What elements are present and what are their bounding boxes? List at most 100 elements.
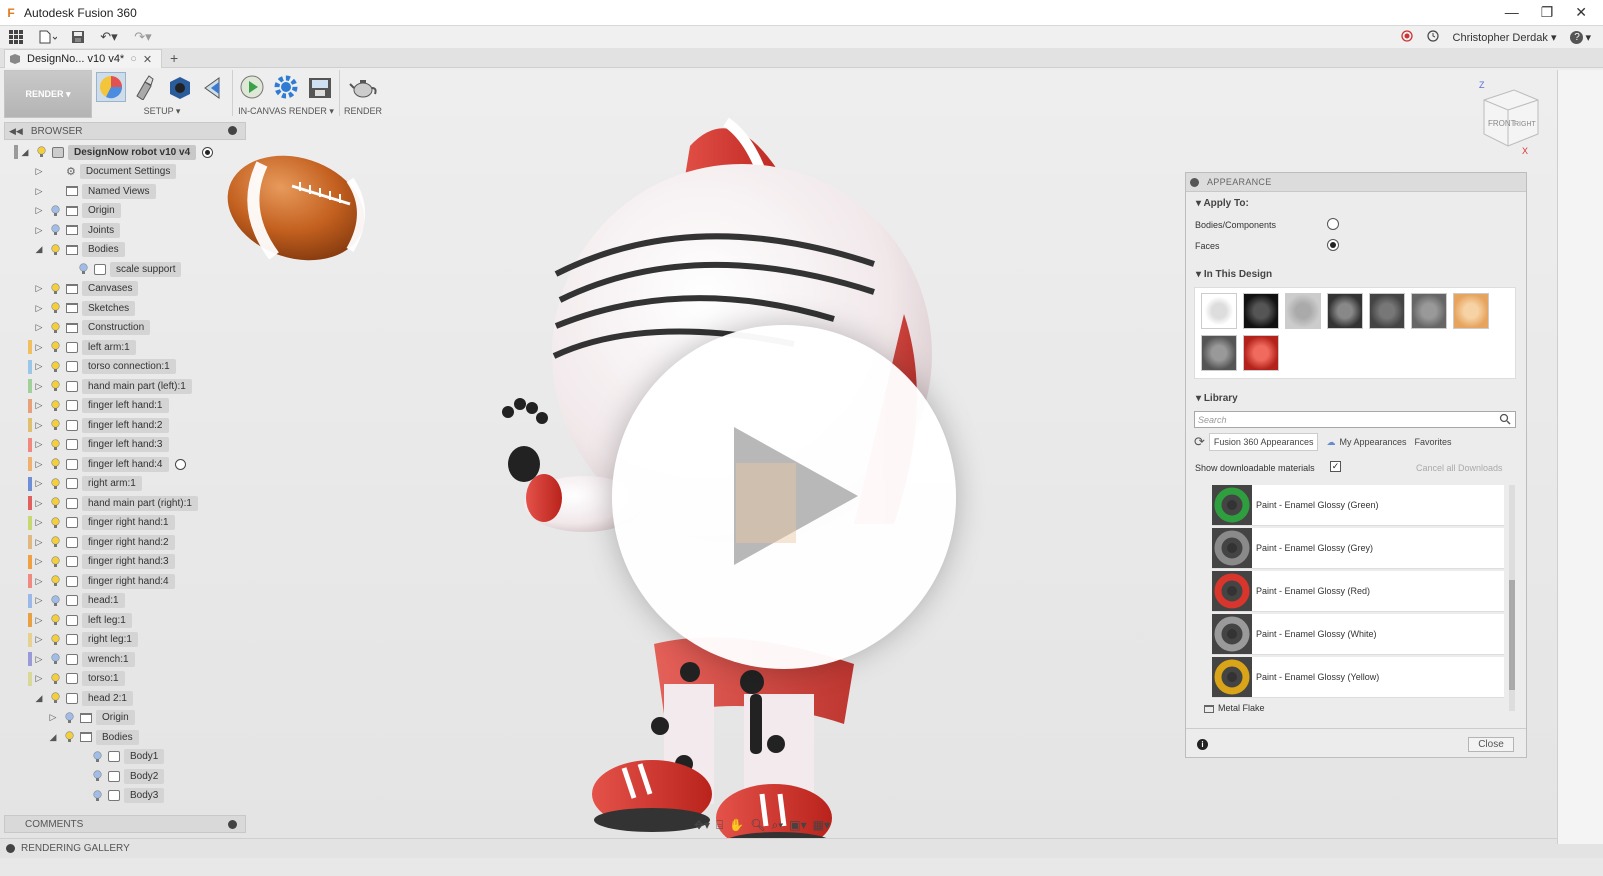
look-at-icon[interactable]: ⌸ (716, 818, 723, 833)
in-canvas-render-label[interactable]: IN-CANVAS RENDER ▾ (238, 106, 334, 117)
visibility-lightbulb-icon[interactable] (50, 516, 60, 530)
visibility-lightbulb-icon[interactable] (50, 672, 60, 686)
browser-item[interactable]: Body2 (76, 767, 165, 785)
appearance-header[interactable]: APPEARANCE (1186, 173, 1526, 192)
rendering-gallery-label[interactable]: RENDERING GALLERY (21, 843, 130, 854)
browser-item[interactable]: ▷ finger right hand:1 (28, 514, 175, 532)
render-settings-icon[interactable] (271, 72, 301, 102)
visibility-lightbulb-icon[interactable] (50, 477, 60, 491)
browser-item[interactable]: ◢ DesignNow robot v10 v4 (14, 143, 214, 161)
browser-item[interactable]: ▷ right leg:1 (28, 631, 138, 649)
video-play-button[interactable] (612, 325, 956, 669)
material-list-scrollbar[interactable] (1509, 485, 1515, 711)
expand-triangle-icon[interactable]: ▷ (48, 712, 58, 723)
expand-triangle-icon[interactable]: ▷ (34, 342, 44, 352)
browser-item[interactable]: ▷ head:1 (28, 592, 125, 610)
browser-item[interactable]: ▷ torso connection:1 (28, 358, 176, 376)
activate-radio-icon[interactable] (174, 458, 186, 470)
browser-item[interactable]: Body1 (76, 748, 165, 766)
restore-button[interactable]: ❐ (1541, 4, 1554, 21)
expand-triangle-icon[interactable]: ▷ (34, 186, 44, 196)
visibility-lightbulb-icon[interactable] (50, 321, 60, 335)
expand-triangle-icon[interactable]: ▷ (34, 303, 44, 313)
tab-fusion-appearances[interactable]: Fusion 360 Appearances (1208, 433, 1319, 451)
visibility-lightbulb-icon[interactable] (50, 340, 60, 354)
collapse-triangle-icon[interactable]: ◢ (48, 732, 58, 742)
expand-triangle-icon[interactable]: ▷ (34, 322, 44, 333)
browser-item[interactable]: ▷ finger right hand:3 (28, 553, 175, 571)
visibility-lightbulb-icon[interactable] (50, 633, 60, 647)
document-tab[interactable]: DesignNo... v10 v4* ○ ✕ (4, 49, 162, 68)
visibility-lightbulb-icon[interactable] (78, 262, 88, 276)
browser-item[interactable]: ▷ finger left hand:2 (28, 416, 169, 434)
browser-item[interactable]: scale support (62, 260, 182, 278)
grid-settings-icon[interactable]: ▦▾ (813, 818, 830, 832)
visibility-lightbulb-icon[interactable] (50, 223, 60, 237)
expand-triangle-icon[interactable]: ▷ (34, 556, 44, 567)
record-icon[interactable] (1400, 29, 1413, 45)
activate-radio-icon[interactable] (202, 146, 214, 158)
collapse-dialog-icon[interactable] (1190, 177, 1199, 187)
library-search-input[interactable]: Search (1194, 411, 1516, 428)
pan-icon[interactable]: ✋ (729, 818, 744, 832)
expand-triangle-icon[interactable]: ▷ (34, 205, 44, 216)
add-comment-icon[interactable] (228, 820, 237, 829)
expand-triangle-icon[interactable]: ▷ (34, 615, 44, 625)
browser-item[interactable]: ▷ Origin (48, 709, 135, 727)
expand-triangle-icon[interactable]: ▷ (34, 400, 44, 411)
library-section[interactable]: ▾ Library (1196, 393, 1238, 404)
undo-icon[interactable]: ↶▾ (92, 26, 126, 48)
rendering-gallery-icon[interactable] (6, 844, 15, 853)
browser-item[interactable]: ▷ right arm:1 (28, 475, 142, 493)
collapse-triangle-icon[interactable]: ◢ (20, 147, 30, 157)
expand-triangle-icon[interactable]: ▷ (34, 537, 44, 547)
collapse-browser-icon[interactable]: ◀◀ (9, 126, 23, 137)
visibility-lightbulb-icon[interactable] (50, 438, 60, 452)
material-list-item[interactable]: Paint - Enamel Glossy (Red) (1212, 571, 1504, 612)
browser-item[interactable]: ▷ hand main part (left):1 (28, 377, 192, 395)
display-settings-icon[interactable]: ▣▾ (789, 818, 806, 832)
browser-item[interactable]: ▷ finger right hand:4 (28, 572, 175, 590)
close-window-button[interactable]: ✕ (1575, 4, 1587, 21)
browser-item[interactable]: ◢ Bodies (34, 241, 125, 259)
visibility-lightbulb-icon[interactable] (50, 379, 60, 393)
browser-item[interactable]: ▷ Canvases (34, 280, 139, 298)
visibility-lightbulb-icon[interactable] (50, 535, 60, 549)
physical-material-icon[interactable] (164, 72, 194, 102)
appearance-swatch[interactable] (1285, 293, 1321, 329)
expand-triangle-icon[interactable]: ▷ (34, 225, 44, 235)
user-account-menu[interactable]: Christopher Derdak ▾ (1453, 31, 1557, 44)
visibility-lightbulb-icon[interactable] (50, 574, 60, 588)
zoom-window-icon[interactable]: ⌕▾ (771, 818, 783, 833)
material-list-item[interactable]: Paint - Enamel Glossy (Yellow) (1212, 657, 1504, 698)
appearance-swatch[interactable] (1369, 293, 1405, 329)
in-this-design-section[interactable]: ▾ In This Design (1196, 269, 1272, 280)
collapse-triangle-icon[interactable]: ◢ (34, 244, 44, 255)
expand-triangle-icon[interactable]: ▷ (34, 459, 44, 469)
comments-panel-header[interactable]: COMMENTS (4, 815, 246, 833)
browser-item[interactable]: ▷ hand main part (right):1 (28, 494, 198, 512)
browser-item[interactable]: ▷ Named Views (34, 182, 156, 200)
browser-item[interactable]: Body3 (76, 787, 165, 805)
visibility-lightbulb-icon[interactable] (50, 418, 60, 432)
expand-triangle-icon[interactable]: ▷ (34, 634, 44, 645)
visibility-lightbulb-icon[interactable] (50, 360, 60, 374)
browser-item[interactable]: ▷ Joints (34, 221, 121, 239)
visibility-lightbulb-icon[interactable] (50, 555, 60, 569)
minimize-button[interactable]: — (1505, 4, 1519, 21)
view-cube[interactable]: FRONT RIGHT Z X (1476, 78, 1546, 154)
expand-triangle-icon[interactable]: ▷ (34, 498, 44, 508)
expand-triangle-icon[interactable]: ▷ (34, 361, 44, 372)
appearance-swatch[interactable] (1453, 293, 1489, 329)
redo-icon[interactable]: ↷▾ (126, 26, 160, 48)
browser-item[interactable]: ▷ ⚙ Document Settings (34, 163, 177, 181)
bodies-components-radio[interactable] (1327, 218, 1339, 230)
render-label[interactable]: RENDER (344, 106, 382, 116)
capture-image-icon[interactable] (305, 72, 335, 102)
browser-item[interactable]: ▷ left arm:1 (28, 338, 136, 356)
zoom-icon[interactable]: 🔍︎ (750, 818, 765, 832)
orbit-icon[interactable]: ✥▾ (694, 818, 710, 832)
visibility-lightbulb-icon[interactable] (50, 594, 60, 608)
browser-item[interactable]: ▷ finger left hand:3 (28, 436, 169, 454)
appearance-icon[interactable] (130, 72, 160, 102)
